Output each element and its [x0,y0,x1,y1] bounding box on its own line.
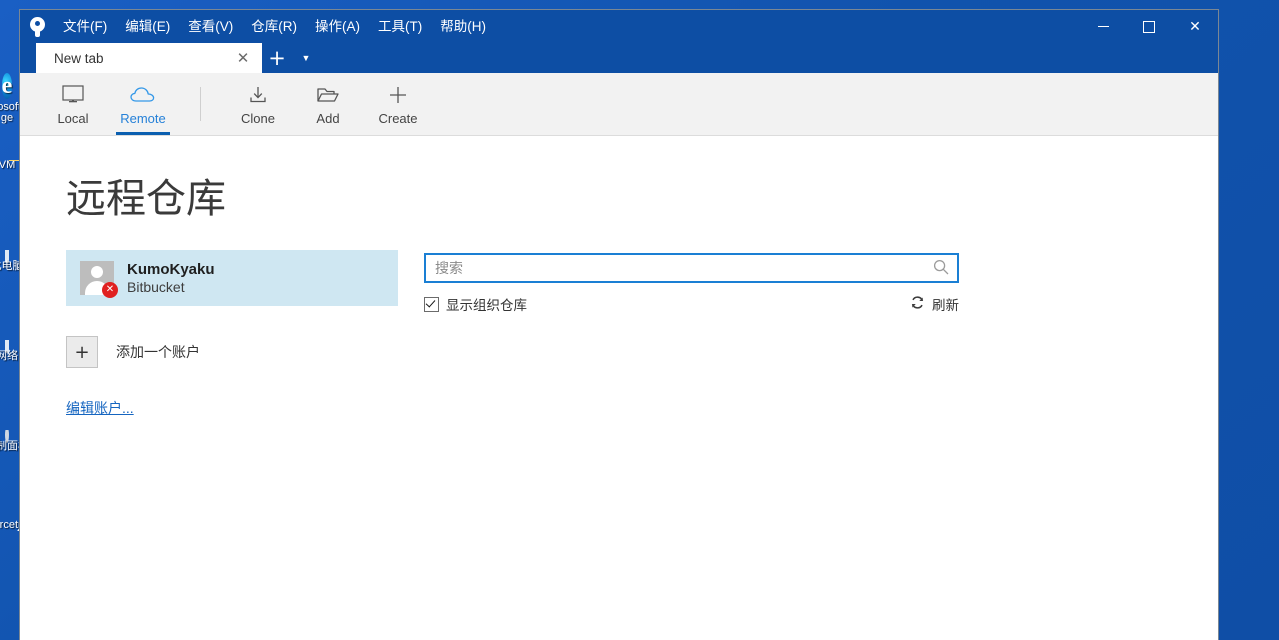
show-org-repos-checkbox[interactable]: 显示组织仓库 [424,294,527,314]
checkbox-icon [424,296,439,312]
desktop-background: e Microsoft Edge VM 此电脑 网络 控制面板 Sourcetr… [0,0,1279,640]
menu-edit[interactable]: 编辑(E) [116,15,179,39]
toolbar-remote-button[interactable]: Remote [108,73,178,135]
toolbar-remote-label: Remote [120,110,166,126]
toolbar-create-button[interactable]: Create [363,73,433,135]
close-icon: ✕ [1189,18,1201,35]
menu-help[interactable]: 帮助(H) [431,15,495,39]
new-tab-button[interactable]: + [262,43,292,73]
account-name: KumoKyaku [127,261,215,278]
cloud-icon [130,83,156,107]
account-list-item[interactable]: ✕ KumoKyaku Bitbucket [66,250,398,306]
toolbar-create-label: Create [378,110,418,126]
search-panel: 显示组织仓库 刷新 [424,250,959,314]
folder-open-icon [316,83,340,107]
menu-view[interactable]: 查看(V) [179,15,242,39]
sourcetree-window: 文件(F) 编辑(E) 查看(V) 仓库(R) 操作(A) 工具(T) 帮助(H… [20,10,1218,640]
error-badge-icon: ✕ [102,282,118,298]
menu-actions[interactable]: 操作(A) [306,15,369,39]
add-account-label: 添加一个账户 [116,344,200,360]
tab-label: New tab [54,50,104,66]
content-columns: ✕ KumoKyaku Bitbucket + 添加一个账户 编辑账户... 搜… [66,250,1218,418]
window-controls: ✕ [1080,10,1218,43]
toolbar-add-button[interactable]: Add [293,73,363,135]
download-icon [248,83,268,107]
title-bar: 文件(F) 编辑(E) 查看(V) 仓库(R) 操作(A) 工具(T) 帮助(H… [20,10,1218,43]
tab-strip: New tab ✕ + ▼ [20,43,1218,73]
search-options-row: 显示组织仓库 刷新 [424,294,959,314]
monitor-icon [62,83,84,107]
toolbar-local-button[interactable]: Local [38,73,108,135]
menu-repository[interactable]: 仓库(R) [242,15,306,39]
toolbar-add-label: Add [316,110,340,126]
refresh-button[interactable]: 刷新 [910,294,959,314]
tab-close-icon[interactable]: ✕ [232,47,254,69]
account-text: KumoKyaku Bitbucket [127,261,215,295]
account-host: Bitbucket [127,279,185,295]
menu-file[interactable]: 文件(F) [54,15,116,39]
toolbar-divider [200,87,201,121]
menu-bar: 文件(F) 编辑(E) 查看(V) 仓库(R) 操作(A) 工具(T) 帮助(H… [54,10,495,43]
edge-icon: e [1,73,13,99]
avatar: ✕ [80,261,118,298]
toolbar-left-group: Local Remote [38,73,178,135]
search-icon[interactable] [933,259,949,280]
close-button[interactable]: ✕ [1172,10,1218,43]
toolbar: Local Remote Clone Add Create [20,73,1218,136]
maximize-button[interactable] [1126,10,1172,43]
refresh-label: 刷新 [932,298,959,313]
maximize-icon [1143,20,1155,33]
show-org-repos-label: 显示组织仓库 [446,298,527,313]
minimize-button[interactable] [1080,10,1126,43]
add-account-row: + 添加一个账户 [66,336,398,368]
edit-accounts-link[interactable]: 编辑账户... [66,398,134,418]
toolbar-clone-button[interactable]: Clone [223,73,293,135]
minimize-icon [1097,26,1109,27]
toolbar-clone-label: Clone [241,110,275,126]
page-title: 远程仓库 [66,177,226,221]
add-account-button[interactable]: + [66,336,98,368]
toolbar-right-group: Clone Add Create [223,73,433,135]
tab-new-tab[interactable]: New tab ✕ [36,43,262,73]
search-wrapper [424,253,959,283]
menu-tools[interactable]: 工具(T) [369,15,431,39]
tab-list-chevron-down-icon[interactable]: ▼ [292,43,320,73]
toolbar-local-label: Local [57,110,89,126]
accounts-panel: ✕ KumoKyaku Bitbucket + 添加一个账户 编辑账户... [66,250,398,418]
main-content: 远程仓库 ✕ KumoKyaku Bitbucket + 添加一个账户 编辑账户… [20,136,1218,640]
app-logo-icon [20,10,54,43]
refresh-icon [910,295,925,313]
plus-icon [388,83,408,107]
search-input[interactable] [424,253,959,283]
